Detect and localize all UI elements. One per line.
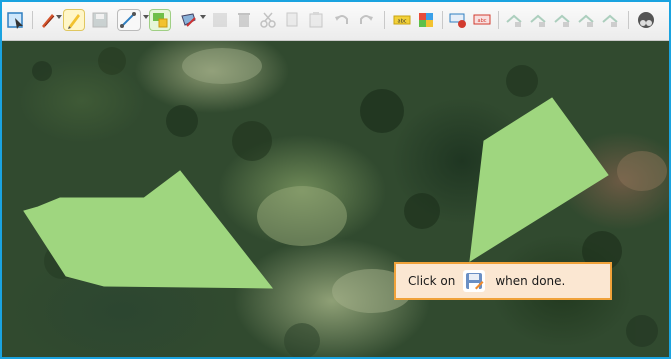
pencil-red-icon[interactable] [38, 10, 58, 30]
delete-icon[interactable] [234, 10, 254, 30]
tooltip-suffix: when done. [495, 274, 566, 288]
dropdown-icon[interactable] [143, 15, 149, 19]
svg-text:abc: abc [398, 19, 407, 25]
satellite-map[interactable]: Click on when done. [2, 41, 669, 357]
move-node-icon[interactable] [150, 10, 170, 30]
layer-icon-4[interactable] [576, 10, 596, 30]
redo-icon[interactable] [356, 10, 376, 30]
toolbar-separator [498, 11, 499, 29]
instruction-tooltip: Click on when done. [394, 262, 612, 300]
layer-icon-3[interactable] [552, 10, 572, 30]
toolbar: abc abc [2, 2, 669, 41]
layer-icon-1[interactable] [504, 10, 524, 30]
cut-icon[interactable] [258, 10, 278, 30]
drawn-polygon-right[interactable] [469, 97, 609, 262]
add-label-icon[interactable] [448, 10, 468, 30]
chevron-down-icon[interactable] [200, 15, 206, 19]
globe-icon[interactable] [636, 10, 656, 30]
toolbar-separator [384, 11, 385, 29]
map-overlay [23, 47, 667, 357]
layer-icon-2[interactable] [528, 10, 548, 30]
label-icon[interactable]: abc [392, 10, 412, 30]
toolbar-separator [442, 11, 443, 29]
pencil-yellow-icon[interactable] [64, 10, 84, 30]
edit-icon[interactable] [210, 10, 230, 30]
svg-text:abc: abc [478, 18, 487, 24]
copy-icon[interactable] [282, 10, 302, 30]
remove-label-icon[interactable]: abc [472, 10, 492, 30]
layer-icon-5[interactable] [600, 10, 620, 30]
app-frame: abc abc Click on when done. [0, 0, 671, 359]
save-edits-icon [463, 270, 486, 292]
select-shape-icon[interactable] [6, 10, 26, 30]
save-icon[interactable] [90, 10, 110, 30]
undo-icon[interactable] [332, 10, 352, 30]
fill-tool-icon[interactable] [179, 10, 199, 30]
toolbar-separator [628, 11, 629, 29]
paste-icon[interactable] [306, 10, 326, 30]
chevron-down-icon[interactable] [56, 15, 62, 19]
toolbar-separator [32, 11, 33, 29]
draw-line-icon[interactable] [118, 10, 140, 30]
color-palette-icon[interactable] [416, 10, 436, 30]
tooltip-prefix: Click on [408, 274, 456, 288]
